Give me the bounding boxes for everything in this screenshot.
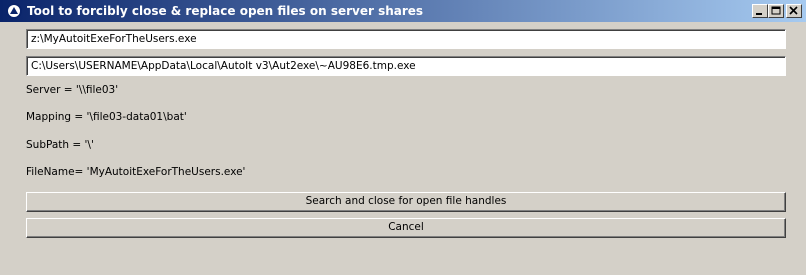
maximize-button[interactable] — [768, 4, 784, 18]
source-path-field[interactable]: C:\Users\USERNAME\AppData\Local\AutoIt v… — [26, 56, 786, 76]
cancel-button[interactable]: Cancel — [26, 218, 786, 238]
minimize-button[interactable] — [752, 4, 768, 18]
minimize-icon — [756, 13, 762, 15]
maximize-icon — [771, 6, 781, 15]
close-icon — [789, 6, 798, 15]
autoit-icon[interactable] — [6, 3, 22, 19]
search-close-button[interactable]: Search and close for open file handles — [26, 192, 786, 212]
filename-label: FileName= 'MyAutoitExeForTheUsers.exe' — [26, 166, 246, 178]
target-path-field[interactable]: z:\MyAutoitExeForTheUsers.exe — [26, 29, 786, 49]
title-bar[interactable]: Tool to forcibly close & replace open fi… — [0, 0, 806, 22]
main-window: Tool to forcibly close & replace open fi… — [0, 0, 806, 275]
server-label: Server = '\\file03' — [26, 84, 119, 96]
subpath-label: SubPath = '\' — [26, 139, 94, 151]
mapping-label: Mapping = '\file03-data01\bat' — [26, 111, 187, 123]
window-title: Tool to forcibly close & replace open fi… — [27, 4, 424, 18]
close-button[interactable] — [786, 4, 802, 18]
